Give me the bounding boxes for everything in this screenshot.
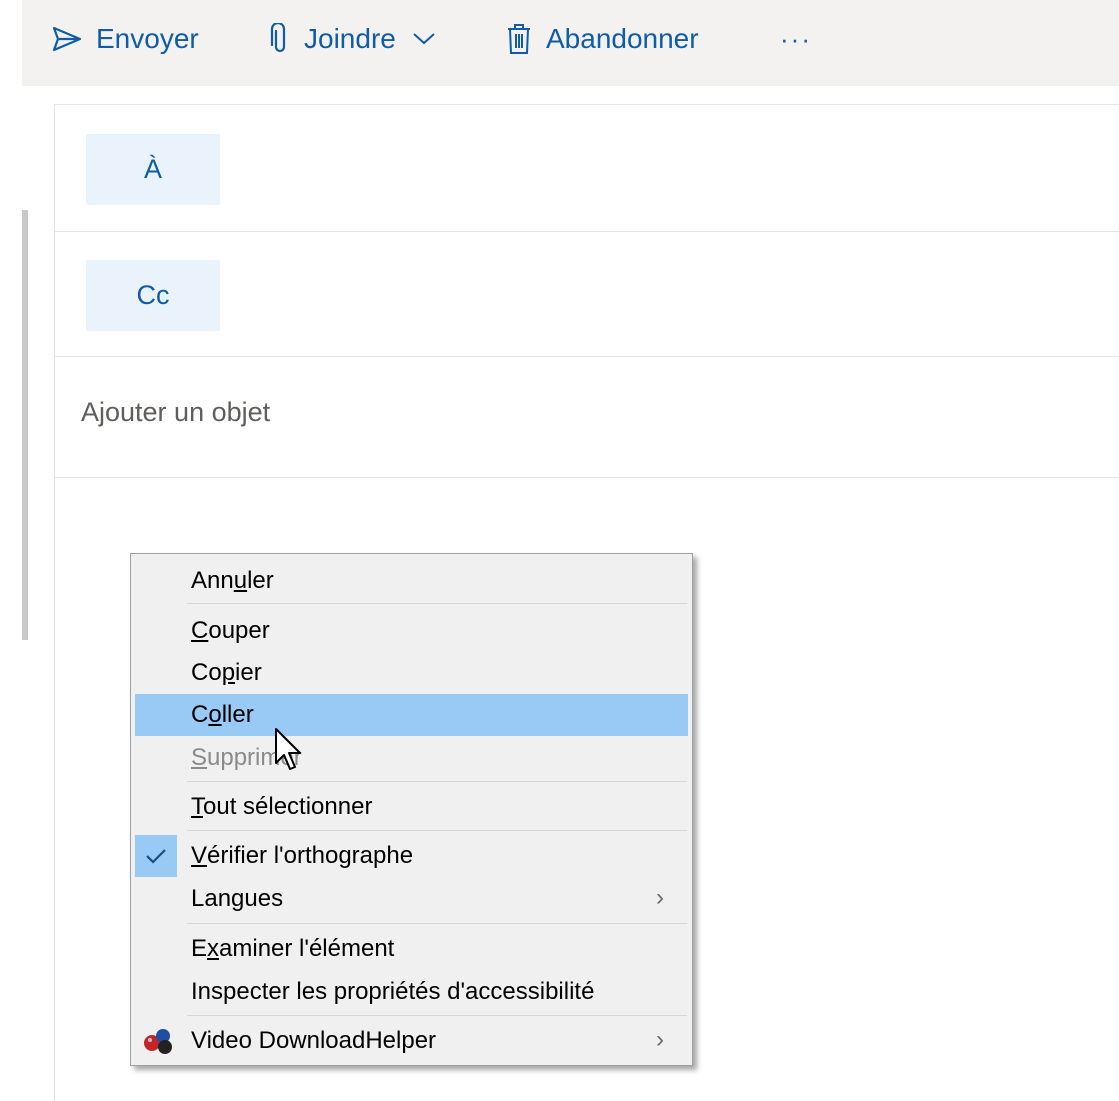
subject-row[interactable]: Ajouter un objet xyxy=(55,357,1119,478)
chevron-down-icon[interactable] xyxy=(412,32,436,46)
subject-input[interactable]: Ajouter un objet xyxy=(81,397,270,428)
send-label: Envoyer xyxy=(96,23,199,54)
attach-label: Joindre xyxy=(304,23,396,54)
more-icon: ··· xyxy=(780,23,812,54)
menu-item-cut[interactable]: Couper xyxy=(135,610,688,652)
menu-separator xyxy=(187,830,687,831)
menu-item-copy[interactable]: Copier xyxy=(135,652,688,694)
chevron-right-icon: › xyxy=(656,884,664,911)
mouse-cursor-icon xyxy=(274,727,306,778)
menu-separator xyxy=(187,923,687,924)
send-icon xyxy=(52,26,82,52)
discard-label: Abandonner xyxy=(546,23,699,54)
menu-separator xyxy=(187,781,687,782)
menu-item-languages[interactable]: Langues › xyxy=(135,878,688,920)
paperclip-icon xyxy=(270,23,290,55)
menu-item-paste[interactable]: Coller xyxy=(135,694,688,736)
menu-item-video-downloadhelper[interactable]: Video DownloadHelper › xyxy=(135,1020,688,1062)
cc-button[interactable]: Cc xyxy=(86,260,220,331)
trash-icon xyxy=(506,23,532,55)
menu-item-undo[interactable]: Annuler xyxy=(135,560,688,602)
to-row[interactable]: À xyxy=(55,105,1119,232)
checkmark-icon xyxy=(135,835,177,877)
scrollbar-thumb[interactable] xyxy=(22,210,28,640)
menu-item-spellcheck[interactable]: Vérifier l'orthographe xyxy=(135,835,688,877)
attach-button[interactable]: Joindre xyxy=(270,0,436,78)
to-button[interactable]: À xyxy=(86,134,220,205)
discard-button[interactable]: Abandonner xyxy=(506,0,699,78)
send-button[interactable]: Envoyer xyxy=(52,0,199,78)
left-pane xyxy=(0,86,22,1100)
cc-row[interactable]: Cc xyxy=(55,232,1119,357)
menu-item-inspect-element[interactable]: Examiner l'élément xyxy=(135,928,688,970)
menu-item-delete: Supprimer xyxy=(191,744,302,771)
video-downloadhelper-icon xyxy=(143,1026,175,1063)
context-menu: Annuler Couper Copier Coller Supprimer T… xyxy=(130,553,693,1066)
command-toolbar: Envoyer Joindre Abandonner ··· xyxy=(22,0,1119,86)
chevron-right-icon: › xyxy=(656,1026,664,1053)
menu-item-select-all[interactable]: Tout sélectionner xyxy=(135,786,688,828)
menu-item-inspect-accessibility[interactable]: Inspecter les propriétés d'accessibilité xyxy=(135,971,688,1013)
more-options-button[interactable]: ··· xyxy=(780,0,812,78)
menu-separator xyxy=(187,603,687,604)
menu-separator xyxy=(187,1015,687,1016)
